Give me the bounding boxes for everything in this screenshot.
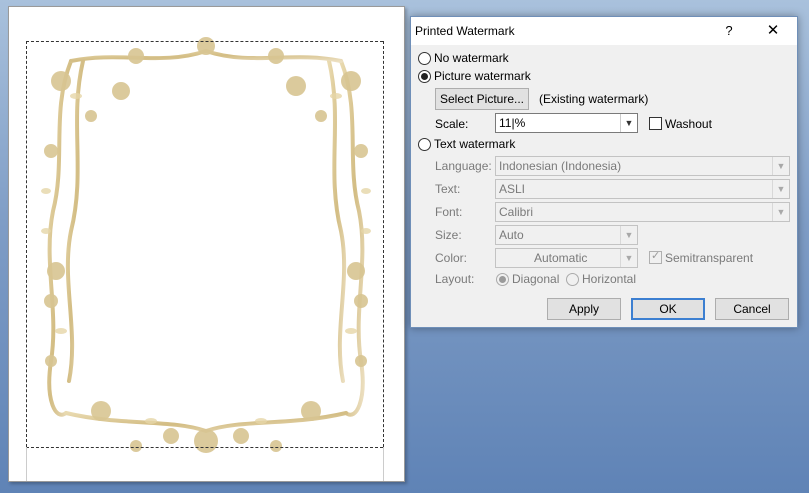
chevron-down-icon[interactable]: ▼ <box>772 203 789 221</box>
margin-guide-top <box>26 41 383 42</box>
text-value: ASLI <box>499 182 526 196</box>
text-watermark-radio[interactable] <box>418 138 431 151</box>
chevron-down-icon[interactable]: ▼ <box>620 249 637 267</box>
no-watermark-label[interactable]: No watermark <box>434 51 509 65</box>
scale-value[interactable]: 11|% <box>499 116 525 130</box>
color-label: Color: <box>435 251 468 265</box>
semitransparent-label[interactable]: Semitransparent <box>665 251 753 265</box>
dialog-titlebar: Printed Watermark ? ✕ <box>411 17 797 45</box>
margin-guide-bottom <box>26 447 383 448</box>
font-combobox[interactable]: Calibri ▼ <box>495 202 790 222</box>
font-value: Calibri <box>499 205 534 219</box>
horizontal-radio[interactable] <box>566 273 579 286</box>
color-combobox[interactable]: Automatic ▼ <box>495 248 638 268</box>
close-button[interactable]: ✕ <box>759 21 787 41</box>
chevron-down-icon[interactable]: ▼ <box>620 114 637 132</box>
text-label: Text: <box>435 182 461 196</box>
washout-checkbox[interactable] <box>649 117 662 130</box>
cancel-button[interactable]: Cancel <box>715 298 789 320</box>
semitransparent-checkbox[interactable]: ✓ <box>649 250 662 264</box>
scale-combobox[interactable]: 11|% ▼ <box>495 113 638 133</box>
text-combobox[interactable]: ASLI ▼ <box>495 179 790 199</box>
ok-button[interactable]: OK <box>631 298 705 320</box>
chevron-down-icon[interactable]: ▼ <box>772 180 789 198</box>
dialog-title: Printed Watermark <box>415 24 515 38</box>
language-combobox[interactable]: Indonesian (Indonesia) ▼ <box>495 156 790 176</box>
text-watermark-label[interactable]: Text watermark <box>434 137 515 151</box>
language-value: Indonesian (Indonesia) <box>499 159 622 173</box>
select-picture-button[interactable]: Select Picture... <box>435 88 529 110</box>
layout-label: Layout: <box>435 272 475 286</box>
size-combobox[interactable]: Auto ▼ <box>495 225 638 245</box>
help-button[interactable]: ? <box>717 21 741 41</box>
font-label: Font: <box>435 205 463 219</box>
size-label: Size: <box>435 228 462 242</box>
apply-button[interactable]: Apply <box>547 298 621 320</box>
washout-label[interactable]: Washout <box>665 117 712 131</box>
horizontal-label[interactable]: Horizontal <box>582 272 636 286</box>
chevron-down-icon[interactable]: ▼ <box>772 157 789 175</box>
picture-watermark-radio[interactable] <box>418 70 431 83</box>
margin-guide-left <box>26 41 27 447</box>
document-page <box>8 6 405 482</box>
chevron-down-icon[interactable]: ▼ <box>620 226 637 244</box>
checkmark-icon: ✓ <box>651 250 661 262</box>
color-value: Automatic <box>534 251 588 265</box>
floral-frame-watermark <box>41 37 371 453</box>
existing-watermark-text: (Existing watermark) <box>539 92 649 106</box>
scale-label: Scale: <box>435 117 469 131</box>
footer-guide-right <box>383 447 384 481</box>
printed-watermark-dialog: Printed Watermark ? ✕ No watermark Pictu… <box>410 16 798 328</box>
diagonal-radio[interactable] <box>496 273 509 286</box>
margin-guide-right <box>383 41 384 447</box>
language-label: Language: <box>435 159 492 173</box>
size-value: Auto <box>499 228 524 242</box>
picture-watermark-label[interactable]: Picture watermark <box>434 69 531 83</box>
footer-guide-left <box>26 447 27 481</box>
diagonal-label[interactable]: Diagonal <box>512 272 559 286</box>
no-watermark-radio[interactable] <box>418 52 431 65</box>
